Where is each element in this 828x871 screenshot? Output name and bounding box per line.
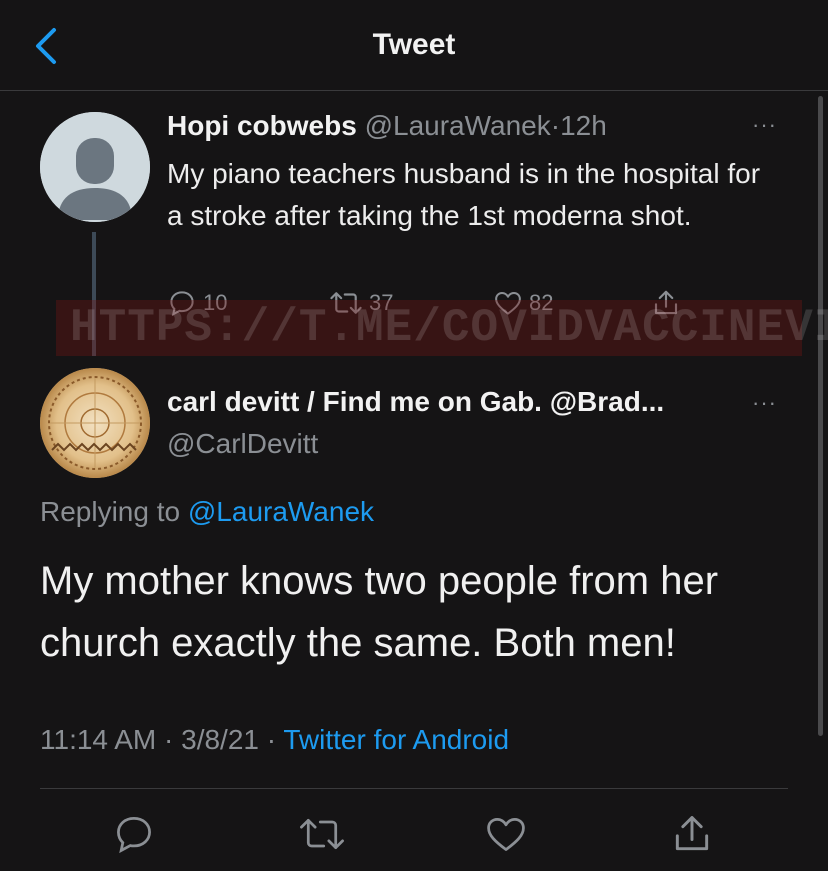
quoted-tweet-text: My piano teachers husband is in the hosp… <box>167 158 761 231</box>
retweet-button[interactable] <box>298 812 344 856</box>
author-handle[interactable]: @CarlDevitt <box>167 428 318 460</box>
reply-button[interactable] <box>112 812 156 856</box>
tweet-date: 3/8/21 <box>181 724 259 755</box>
separator-dot: · <box>550 110 561 141</box>
replying-to-handle[interactable]: @LauraWanek <box>188 496 374 527</box>
share-button[interactable] <box>670 812 714 856</box>
quoted-handle[interactable]: @LauraWanek <box>365 110 551 141</box>
more-options-button[interactable]: ··· <box>752 112 777 138</box>
avatar-default[interactable] <box>40 112 150 222</box>
reply-icon <box>117 817 151 854</box>
watermark-banner: HTTPS://T.ME/COVIDVACCINEVICTIMS <box>56 300 828 356</box>
tweet-text: My mother knows two people from her chur… <box>40 559 719 665</box>
separator-dot: · <box>164 724 174 755</box>
tweet-source[interactable]: Twitter for Android <box>283 724 509 755</box>
share-icon <box>675 816 709 851</box>
divider <box>40 788 788 789</box>
scrollbar[interactable] <box>818 96 823 736</box>
tweet-time: 11:14 AM <box>40 724 157 755</box>
separator-dot: · <box>266 724 277 755</box>
heart-icon <box>487 817 525 851</box>
quoted-display-name[interactable]: Hopi cobwebs <box>167 110 357 141</box>
avatar-carl[interactable] <box>40 368 150 478</box>
tweet-meta: 11:14 AM · 3/8/21 · Twitter for Android <box>40 724 509 756</box>
author-display-name[interactable]: carl devitt / Find me on Gab. @Brad... <box>167 386 664 418</box>
retweet-icon <box>300 818 344 850</box>
watermark-text: HTTPS://T.ME/COVIDVACCINEVICTIMS <box>70 302 828 354</box>
header-bar: Tweet <box>0 0 828 91</box>
ornate-plate-avatar-icon <box>40 368 150 478</box>
replying-to-label: Replying to <box>40 496 181 527</box>
more-options-button[interactable]: ··· <box>752 390 777 416</box>
replying-to: Replying to @LauraWanek <box>40 496 374 528</box>
page-title: Tweet <box>372 28 456 61</box>
quoted-tweet-header: Hopi cobwebs @LauraWanek·12h <box>167 110 607 142</box>
like-button[interactable] <box>484 812 528 856</box>
quoted-time: 12h <box>560 110 607 141</box>
default-avatar-icon <box>40 112 150 222</box>
